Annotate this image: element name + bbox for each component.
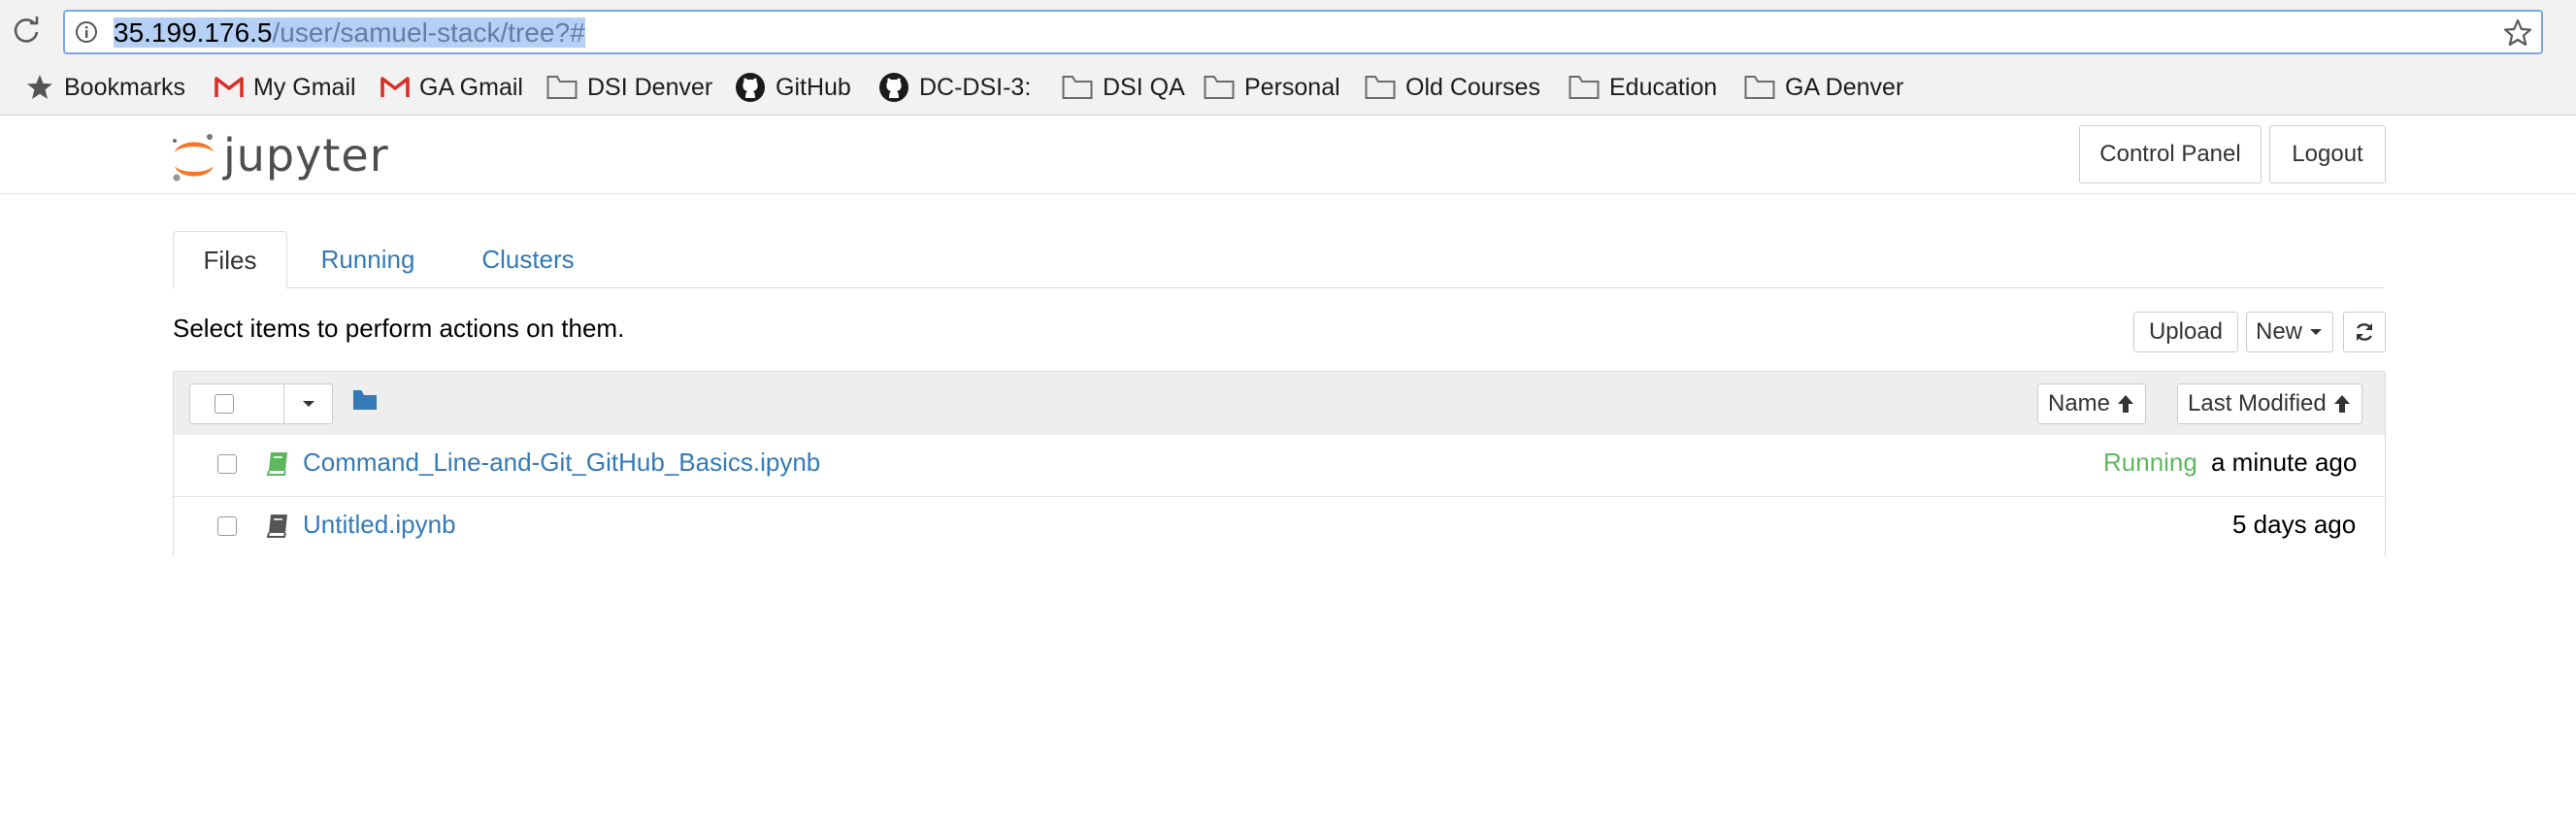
bookmark-label: Bookmarks	[64, 73, 186, 101]
arrow-up-icon	[2333, 395, 2350, 413]
folder-icon	[546, 76, 578, 99]
folder-icon[interactable]	[352, 389, 378, 411]
new-dropdown-button[interactable]: New	[2246, 312, 2333, 352]
reload-icon[interactable]	[12, 16, 41, 45]
select-all-group	[189, 383, 333, 424]
folder-icon	[1744, 76, 1775, 99]
file-checkbox[interactable]	[217, 516, 237, 536]
bookmark-item[interactable]: GA Denver	[1744, 72, 1903, 103]
caret-down-icon	[2310, 329, 2322, 335]
logout-button[interactable]: Logout	[2269, 125, 2386, 183]
bookmark-label: GitHub	[776, 73, 851, 101]
bookmark-label: My Gmail	[253, 73, 356, 101]
tabs-divider	[173, 287, 2384, 288]
bookmark-item[interactable]: My Gmail	[215, 72, 356, 103]
control-panel-button[interactable]: Control Panel	[2079, 125, 2262, 183]
url-path: /user/samuel-stack/tree?#	[272, 17, 585, 48]
file-row[interactable]: Command_Line-and-Git_GitHub_Basics.ipynb…	[174, 435, 2385, 497]
arrow-up-icon	[2118, 395, 2134, 413]
gmail-icon	[215, 77, 244, 97]
bookmark-label: GA Denver	[1785, 73, 1904, 101]
refresh-icon	[2356, 323, 2373, 341]
bookmark-label: Old Courses	[1405, 73, 1540, 101]
browser-chrome: 35.199.176.5/user/samuel-stack/tree?# Bo…	[0, 0, 2576, 116]
sort-modified-label: Last Modified	[2188, 390, 2327, 416]
sort-by-last-modified-button[interactable]: Last Modified	[2177, 383, 2362, 424]
bookmark-label: Personal	[1244, 73, 1340, 101]
running-status: Running	[2103, 448, 2197, 477]
jupyter-header: jupyter Control Panel Logout	[0, 116, 2576, 194]
folder-icon	[1204, 76, 1235, 99]
file-checkbox[interactable]	[217, 454, 237, 474]
bookmark-item[interactable]: Old Courses	[1365, 72, 1540, 103]
refresh-button[interactable]	[2343, 312, 2386, 352]
divider	[283, 384, 284, 423]
address-bar[interactable]: 35.199.176.5/user/samuel-stack/tree?#	[63, 10, 2543, 54]
file-list: Name Last Modified Command_Line-and-Git_…	[173, 371, 2386, 558]
folder-icon	[1569, 76, 1600, 99]
url-text[interactable]: 35.199.176.5/user/samuel-stack/tree?#	[114, 17, 585, 49]
bookmark-item[interactable]: Bookmarks	[25, 72, 185, 103]
url-host: 35.199.176.5	[114, 17, 273, 48]
jupyter-logo-text: jupyter	[223, 129, 389, 182]
bookmark-star-icon[interactable]	[2502, 17, 2533, 49]
select-all-checkbox[interactable]	[215, 394, 234, 414]
notebook-icon	[266, 452, 287, 476]
bookmark-label: GA Gmail	[419, 73, 523, 101]
file-name-link[interactable]: Untitled.ipynb	[303, 510, 456, 540]
file-row[interactable]: Untitled.ipynb 5 days ago	[174, 497, 2385, 558]
sort-by-name-button[interactable]: Name	[2037, 383, 2147, 424]
sort-name-label: Name	[2048, 390, 2111, 416]
bookmark-label: Education	[1609, 73, 1718, 101]
new-button-label: New	[2255, 318, 2302, 345]
folder-icon	[1062, 76, 1093, 99]
bookmark-item[interactable]: Education	[1569, 72, 1717, 103]
bookmark-item[interactable]: DC-DSI-3:	[878, 72, 1031, 103]
bookmark-label: DSI Denver	[587, 73, 713, 101]
tab-clusters[interactable]: Clusters	[468, 231, 588, 287]
upload-button[interactable]: Upload	[2133, 312, 2238, 352]
bookmarks-bar: Bookmarks My Gmail GA Gmail DSI Denver G…	[0, 64, 2576, 111]
jupyter-logo[interactable]: jupyter	[171, 125, 394, 183]
folder-icon	[1365, 76, 1396, 99]
file-name-link[interactable]: Command_Line-and-Git_GitHub_Basics.ipynb	[303, 448, 820, 478]
selection-dropdown-button[interactable]	[285, 384, 332, 423]
star-icon	[27, 75, 52, 99]
tab-files[interactable]: Files	[173, 231, 287, 289]
gmail-icon	[380, 77, 410, 97]
jupyter-logo-icon	[173, 134, 214, 182]
info-icon[interactable]	[75, 20, 98, 44]
tab-running[interactable]: Running	[307, 231, 429, 287]
selection-hint: Select items to perform actions on them.	[173, 314, 625, 343]
bookmark-item[interactable]: DSI QA	[1062, 72, 1185, 103]
last-modified: 5 days ago	[2232, 510, 2357, 539]
github-icon	[736, 73, 765, 102]
notebook-icon	[266, 515, 287, 538]
caret-down-icon	[303, 401, 314, 407]
bookmark-item[interactable]: Personal	[1204, 72, 1340, 103]
bookmark-label: DC-DSI-3:	[919, 73, 1032, 101]
bookmark-item[interactable]: GA Gmail	[380, 72, 523, 103]
bookmark-label: DSI QA	[1103, 73, 1185, 101]
github-icon	[879, 73, 908, 102]
last-modified: a minute ago	[2211, 448, 2358, 477]
bookmark-item[interactable]: GitHub	[735, 72, 851, 103]
bookmark-item[interactable]: DSI Denver	[546, 72, 712, 103]
file-list-header: Name Last Modified	[174, 372, 2385, 436]
